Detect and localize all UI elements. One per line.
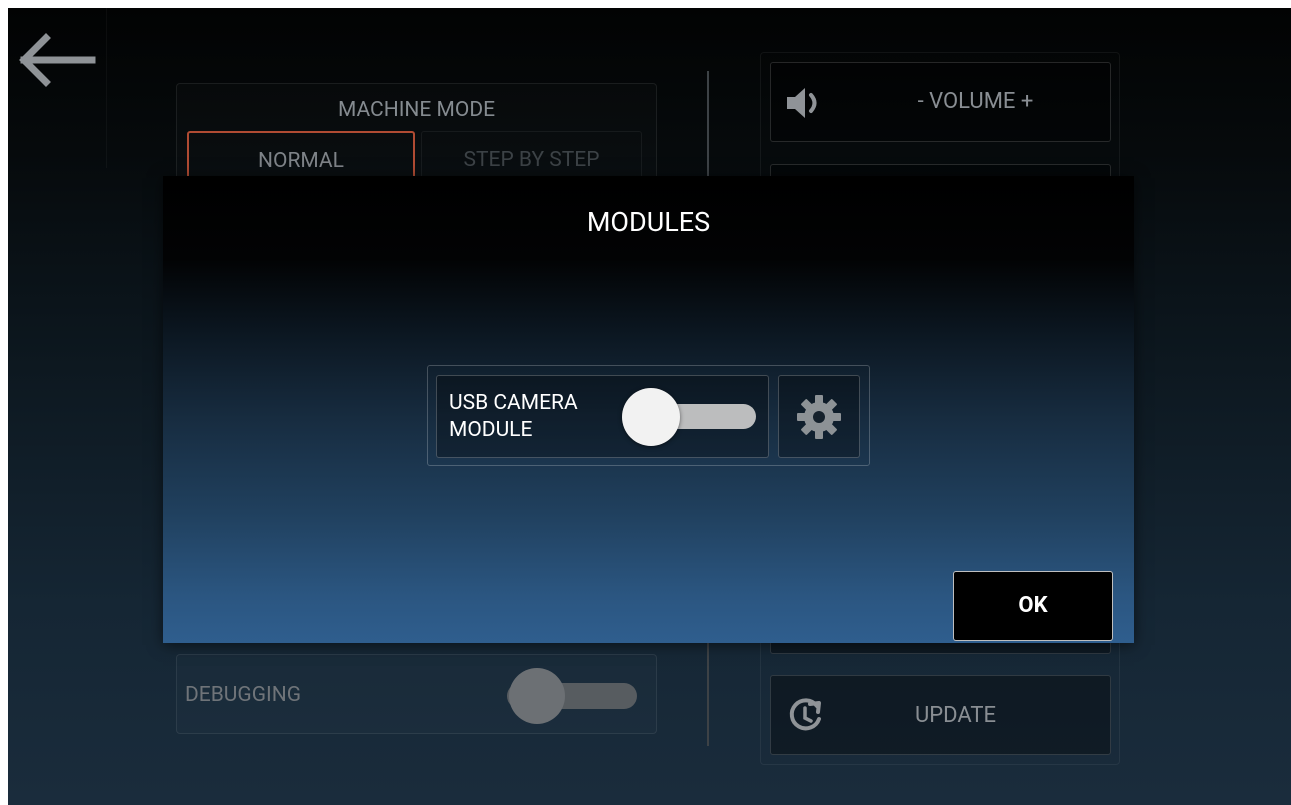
gear-icon	[797, 395, 841, 439]
machine-mode-panel: MACHINE MODE NORMAL STEP BY STEP	[176, 83, 657, 191]
update-button[interactable]: UPDATE	[770, 675, 1111, 755]
update-label: UPDATE	[915, 703, 996, 728]
usb-camera-module-label: USB CAMERA MODULE	[449, 391, 578, 442]
modules-dialog: MODULES USB CAMERA MODULE OK	[163, 176, 1134, 643]
debugging-panel: DEBUGGING	[176, 654, 657, 734]
usb-camera-toggle-knob[interactable]	[622, 388, 680, 446]
machine-mode-title: MACHINE MODE	[337, 98, 496, 122]
usb-camera-module-card: USB CAMERA MODULE	[436, 375, 769, 458]
usb-camera-settings-button[interactable]	[778, 375, 860, 458]
dialog-title: MODULES	[586, 206, 711, 238]
arrow-left-icon	[19, 33, 96, 87]
back-button[interactable]	[18, 30, 98, 90]
debugging-toggle-knob[interactable]	[509, 668, 565, 724]
ok-button[interactable]: OK	[953, 571, 1113, 641]
debugging-label: DEBUGGING	[185, 683, 302, 707]
column-divider-lower	[707, 642, 709, 746]
module-row: USB CAMERA MODULE	[427, 365, 870, 466]
volume-label: - VOLUME +	[917, 89, 1034, 114]
volume-button[interactable]: - VOLUME +	[770, 62, 1111, 142]
column-divider	[707, 71, 709, 183]
settings-screen: MACHINE MODE NORMAL STEP BY STEP - VOLUM…	[8, 8, 1291, 805]
header-divider	[106, 8, 107, 168]
